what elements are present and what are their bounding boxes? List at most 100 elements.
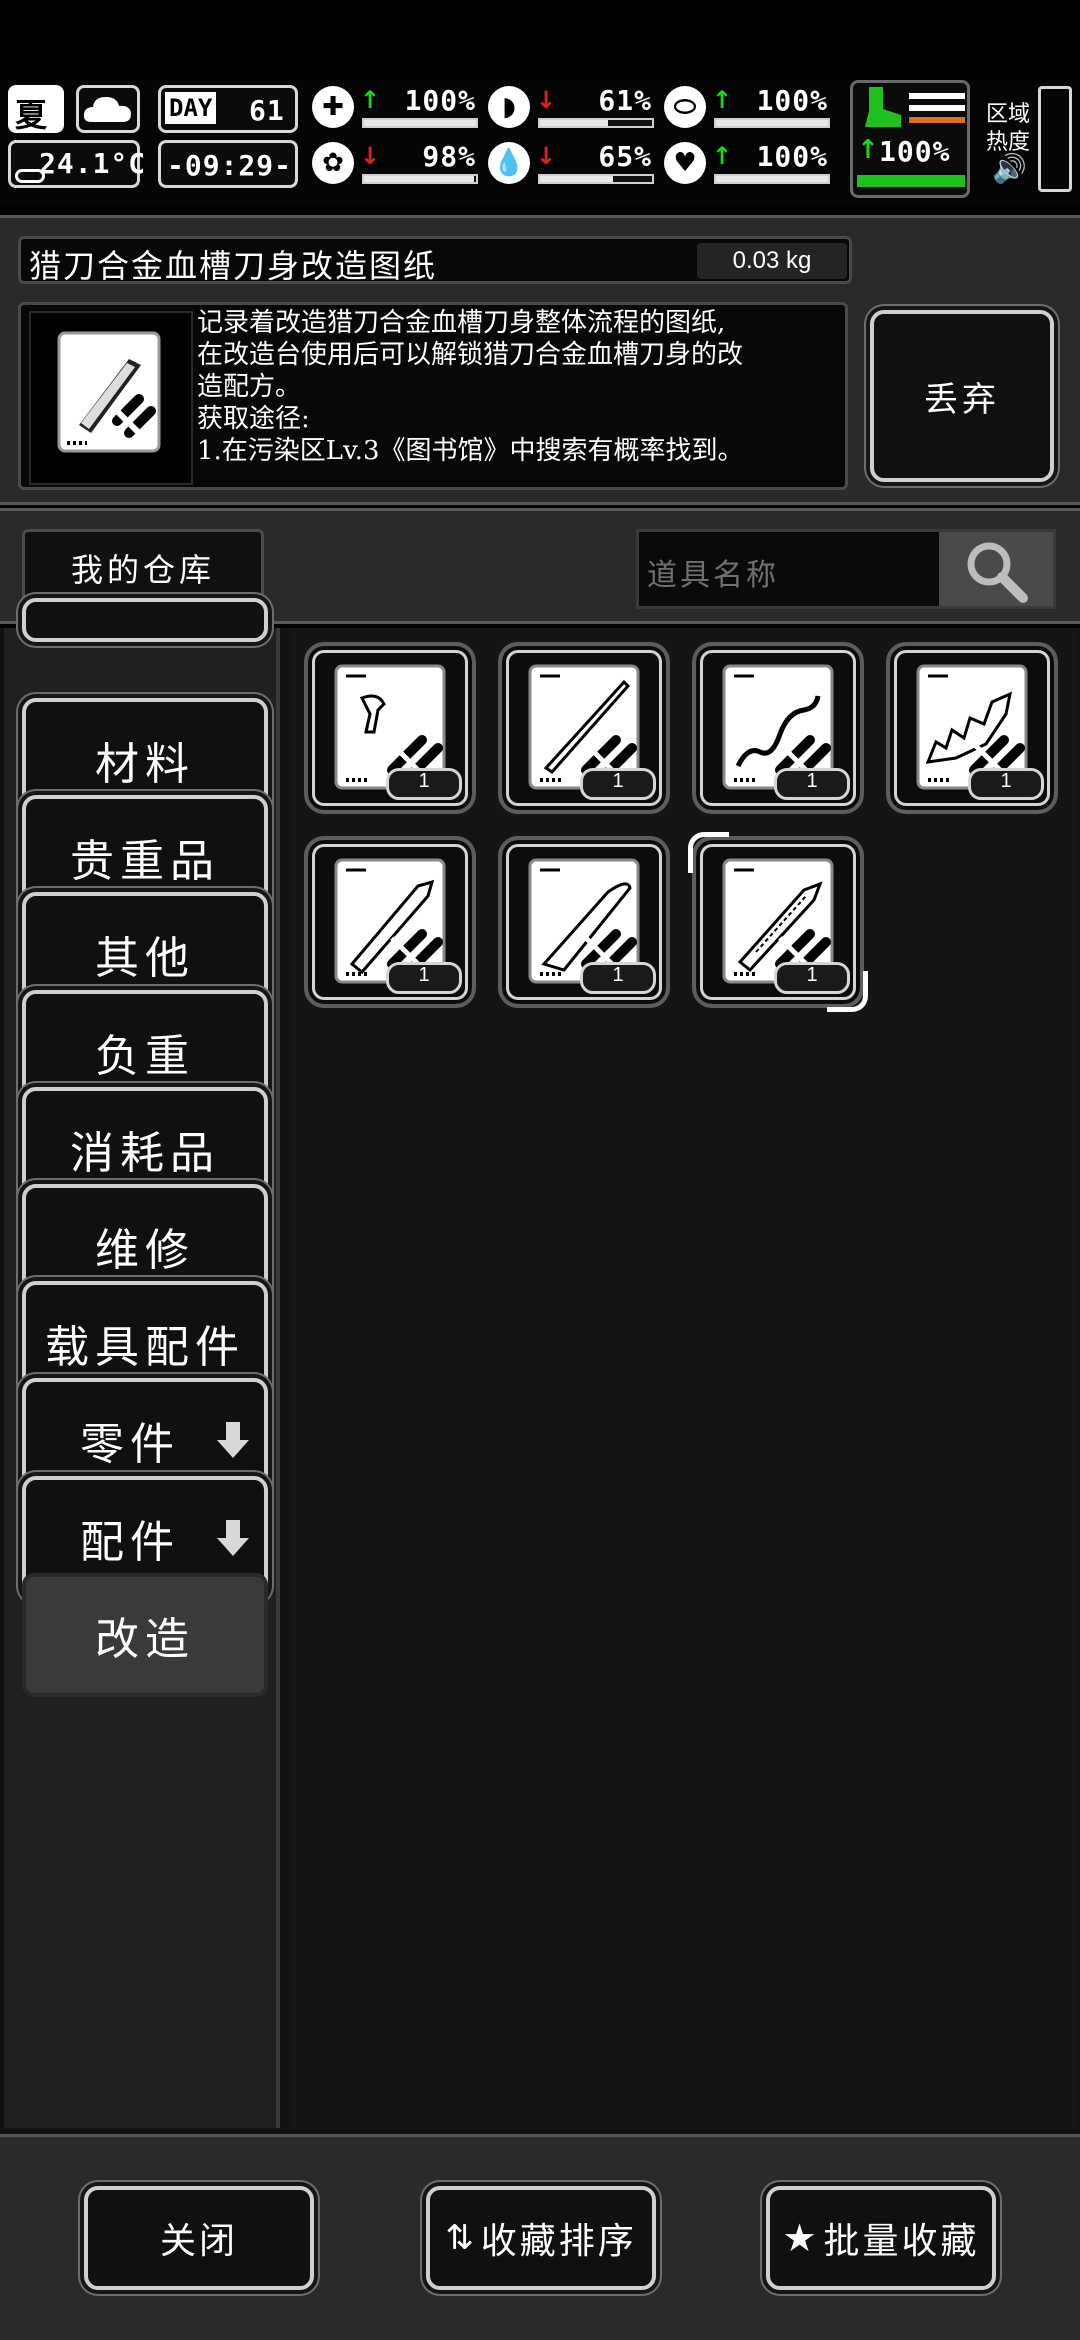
- item-title-bar: 猎刀合金血槽刀身改造图纸 0.03 kg: [18, 236, 852, 285]
- speaker-icon[interactable]: 🔊: [992, 152, 1027, 185]
- item-slot-4[interactable]: 1: [304, 836, 476, 1008]
- stamina-bar-1: [909, 93, 965, 99]
- description-line-1: 记录着改造猎刀合金血槽刀身整体流程的图纸,: [197, 308, 726, 338]
- stat-bar: [714, 174, 830, 184]
- season-badge: 夏: [8, 85, 64, 134]
- stat-bar: [538, 118, 654, 128]
- swap-arrows-icon: ⇅: [445, 2218, 477, 2258]
- item-quantity: 1: [386, 768, 462, 800]
- stat-value: 100%: [756, 140, 828, 173]
- stat-brain: ✿ ↓ 98%: [312, 140, 482, 192]
- stat-pill: ⬭ ↑ 100%: [664, 84, 834, 136]
- sidebar-item-label: 材料: [95, 739, 195, 790]
- trend-up-icon: ↑: [712, 86, 733, 114]
- sidebar-item-label: 其他: [95, 933, 195, 985]
- stat-bar: [714, 118, 830, 128]
- search-input[interactable]: 道具名称: [647, 550, 927, 594]
- item-slot-5[interactable]: 1: [498, 836, 670, 1008]
- search-box: 道具名称: [636, 529, 1056, 609]
- arrow-down-icon: [216, 1518, 250, 1558]
- stamina-value: 100%: [879, 135, 951, 168]
- trend-down-icon: ↓: [536, 86, 557, 114]
- stat-stomach: ◗ ↓ 61%: [488, 84, 658, 136]
- stat-value: 65%: [598, 140, 652, 173]
- sidebar-item-label: 改造: [95, 1613, 195, 1665]
- item-quantity: 1: [580, 768, 656, 800]
- temperature-display: 24.1°C: [8, 140, 145, 188]
- temperature-value: 24.1°C: [39, 147, 147, 180]
- pill-icon: ⬭: [664, 86, 706, 128]
- stamina-trend-icon: ↑: [857, 135, 879, 165]
- item-slot-2[interactable]: 1: [692, 642, 864, 814]
- item-preview-icon: [29, 311, 193, 485]
- sidebar-item-partial[interactable]: [22, 598, 268, 642]
- search-icon: [967, 542, 1028, 603]
- item-slot-3[interactable]: 1: [886, 642, 1058, 814]
- stat-value: 98%: [422, 140, 476, 173]
- sidebar-item-label: 零件: [80, 1419, 180, 1471]
- item-name: 猎刀合金血槽刀身改造图纸: [29, 247, 438, 285]
- batch-favorite-button[interactable]: ★ 批量收藏: [766, 2186, 996, 2290]
- description-line-4: 获取途径:: [197, 404, 310, 434]
- day-counter: DAY 61: [158, 85, 298, 133]
- stamina-meter: [857, 175, 965, 187]
- brain-icon: ✿: [312, 142, 354, 184]
- description-line-5: 1.在污染区Lv.3《图书馆》中搜索有概率找到。: [197, 436, 744, 466]
- description-line-2: 在改造台使用后可以解锁猎刀合金血槽刀身的改: [197, 340, 744, 370]
- sidebar-item-9[interactable]: 改造: [22, 1572, 268, 1697]
- item-weight: 0.03 kg: [697, 243, 847, 279]
- sidebar-item-label: 载具配件: [45, 1322, 245, 1374]
- search-button[interactable]: [939, 532, 1053, 606]
- cloud-icon: [76, 85, 140, 133]
- favorite-sort-button[interactable]: ⇅ 收藏排序: [426, 2186, 656, 2290]
- star-icon: ★: [782, 2216, 820, 2260]
- item-slot-1[interactable]: 1: [498, 642, 670, 814]
- stamina-panel: ↑ 100%: [850, 80, 970, 198]
- stat-bar: [538, 174, 654, 184]
- item-description: 记录着改造猎刀合金血槽刀身整体流程的图纸, 在改造台使用后可以解锁猎刀合金血槽刀…: [197, 307, 837, 467]
- stat-medkit: ✚ ↑ 100%: [312, 84, 482, 136]
- batch-favorite-label: 批量收藏: [823, 2221, 980, 2262]
- game-clock: -09:29-: [158, 140, 298, 188]
- stamina-bar-2: [909, 105, 965, 111]
- item-quantity: 1: [774, 962, 850, 994]
- item-description-box: 记录着改造猎刀合金血槽刀身整体流程的图纸, 在改造台使用后可以解锁猎刀合金血槽刀…: [18, 302, 848, 490]
- category-sidebar: 材料贵重品其他负重消耗品维修载具配件零件配件改造: [4, 598, 280, 2128]
- item-slot-6[interactable]: 1: [688, 832, 868, 1012]
- stat-value: 100%: [756, 84, 828, 117]
- trend-up-icon: ↑: [712, 142, 733, 170]
- trend-down-icon: ↓: [360, 142, 381, 170]
- item-grid: 1 1 1 1 1 1 1: [292, 628, 1076, 2128]
- day-number: 61: [249, 94, 285, 127]
- heart-icon: ♥: [664, 142, 706, 184]
- discard-button[interactable]: 丢弃: [870, 310, 1054, 482]
- sidebar-item-label: 配件: [80, 1516, 180, 1568]
- day-label: DAY: [165, 92, 217, 124]
- stat-bar: [362, 174, 478, 184]
- boot-icon: [865, 87, 901, 127]
- item-slot-0[interactable]: 1: [304, 642, 476, 814]
- zone-heat-meter: [1038, 86, 1072, 192]
- sidebar-item-label: 贵重品: [70, 836, 220, 888]
- trend-up-icon: ↑: [360, 86, 381, 114]
- stat-value: 100%: [404, 84, 476, 117]
- sidebar-item-label: 维修: [95, 1225, 195, 1276]
- water-drop-icon: 💧: [488, 142, 530, 184]
- description-line-3: 造配方。: [197, 372, 302, 402]
- medkit-icon: ✚: [312, 86, 354, 128]
- stat-heart: ♥ ↑ 100%: [664, 140, 834, 192]
- stomach-icon: ◗: [488, 86, 530, 128]
- storage-body: 材料 贵重品 其他 负重 消耗品 维修 载具配件 零件 配件 改造 1 1 1 …: [0, 598, 1080, 2134]
- sidebar-item-label: 消耗品: [70, 1127, 220, 1179]
- sidebar-item-label: 负重: [95, 1030, 195, 1082]
- zone-heat: 区域 热度 🔊: [980, 80, 1080, 198]
- thermometer-icon: [15, 169, 45, 183]
- stat-value: 61%: [598, 84, 652, 117]
- arrow-down-icon: [216, 1420, 250, 1460]
- storage-title: 我的仓库: [22, 529, 264, 607]
- close-label: 关闭: [159, 2221, 238, 2262]
- stamina-bar-3: [909, 117, 965, 123]
- stat-bar: [362, 118, 478, 128]
- favorite-sort-label: 收藏排序: [480, 2221, 637, 2262]
- close-button[interactable]: 关闭: [84, 2186, 314, 2290]
